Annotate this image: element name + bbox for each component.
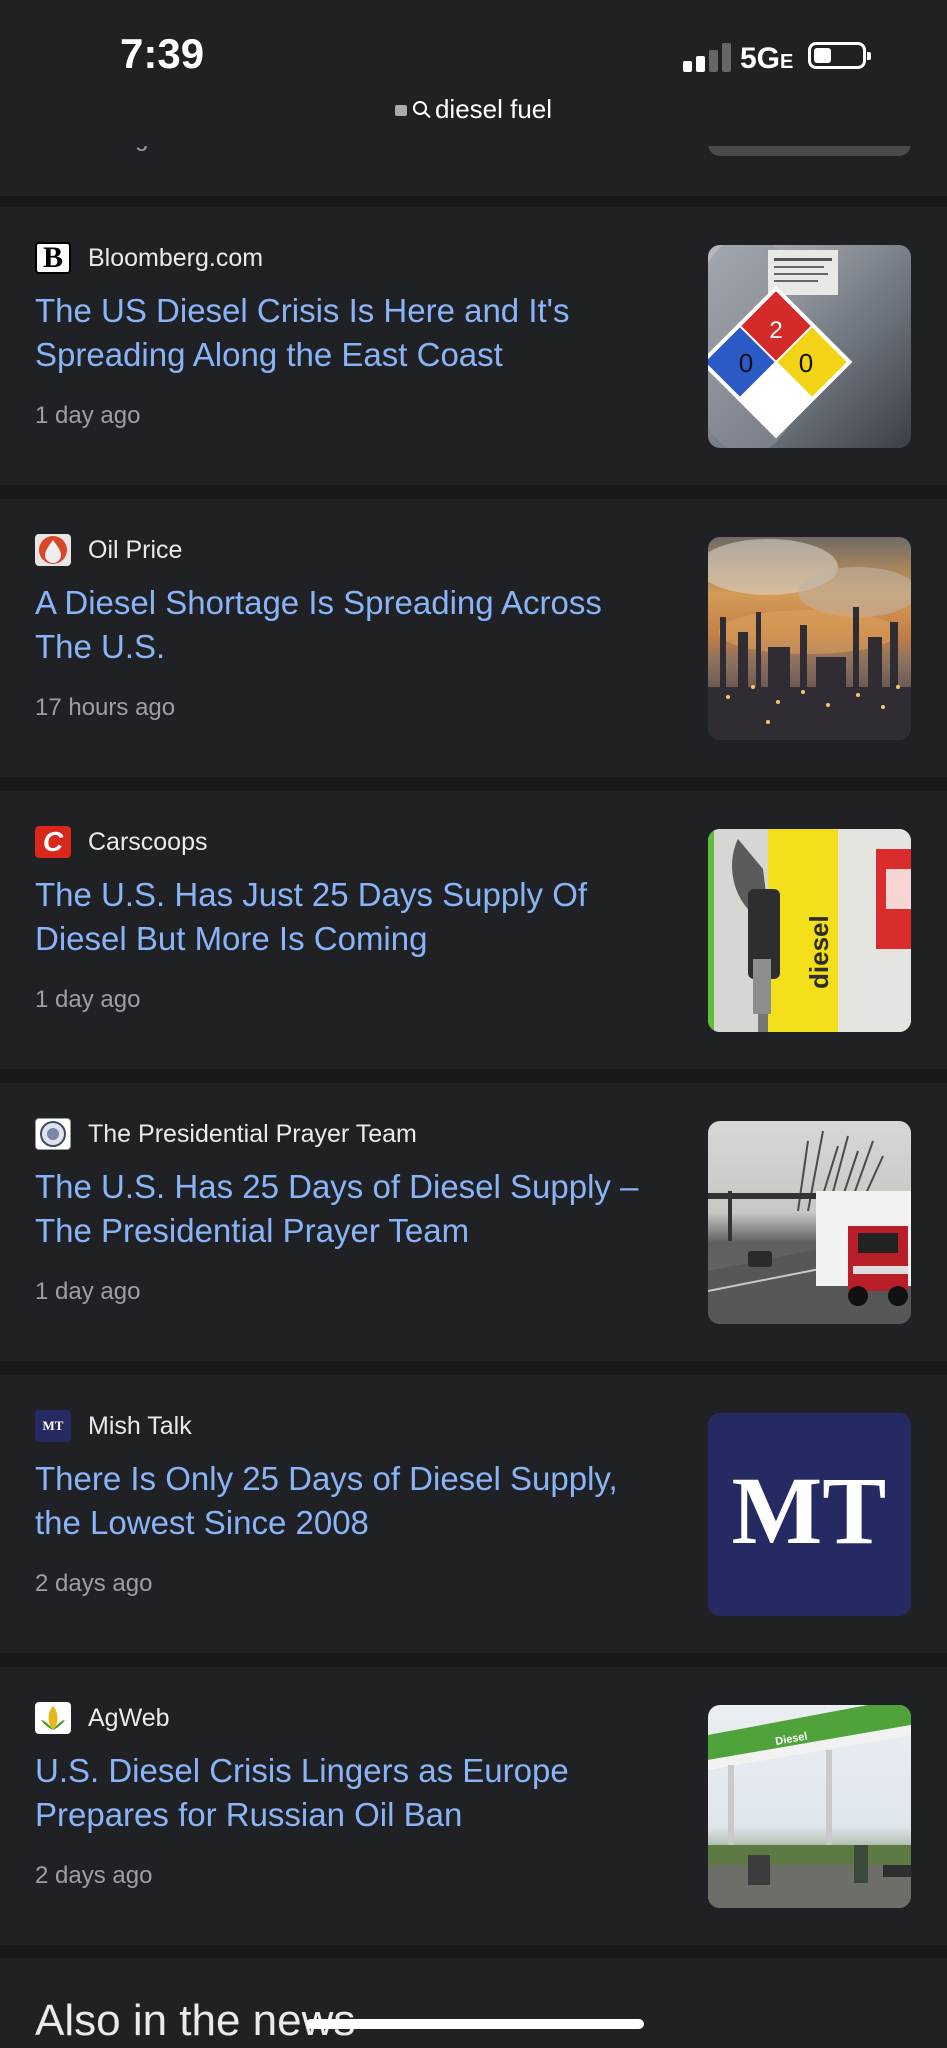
bloomberg-favicon-icon: B xyxy=(35,242,71,274)
status-time: 7:39 xyxy=(120,30,205,77)
article-time: 2 days ago xyxy=(35,1862,153,1889)
mishtalk-logo-thumbnail[interactable]: MT xyxy=(708,1413,911,1616)
article-time: 1 day ago xyxy=(35,402,141,429)
article-title-link[interactable]: The U.S. Has Just 25 Days Supply Of Dies… xyxy=(35,873,665,961)
article-card[interactable]: Oil Price A Diesel Shortage Is Spreading… xyxy=(0,499,947,777)
network-suffix: E xyxy=(780,51,794,73)
mt-logo-text: MT xyxy=(732,1457,887,1564)
lock-icon xyxy=(394,104,407,116)
article-source: MT Mish Talk xyxy=(35,1410,192,1442)
prayer-team-favicon-icon xyxy=(35,1118,71,1150)
article-card[interactable]: C Carscoops The U.S. Has Just 25 Days Su… xyxy=(0,791,947,1069)
article-time: 1 day ago xyxy=(35,1278,141,1305)
source-name: Mish Talk xyxy=(88,1411,192,1440)
diesel-label: diesel xyxy=(804,915,834,989)
source-name: The Presidential Prayer Team xyxy=(88,1119,417,1148)
article-source: Oil Price xyxy=(35,534,182,566)
article-source: The Presidential Prayer Team xyxy=(35,1118,417,1150)
search-query: diesel fuel xyxy=(434,94,553,124)
gas-station-thumbnail[interactable]: Diesel xyxy=(708,1705,911,1908)
truck-highway-thumbnail[interactable] xyxy=(708,1121,911,1324)
article-card[interactable]: AgWeb U.S. Diesel Crisis Lingers as Euro… xyxy=(0,1667,947,1945)
hazard-flammability-number: 2 xyxy=(769,317,782,344)
article-title-link[interactable]: U.S. Diesel Crisis Lingers as Europe Pre… xyxy=(35,1749,665,1837)
article-time: 1 day ago xyxy=(35,986,141,1013)
hazard-health-number: 0 xyxy=(739,348,753,378)
article-time: 2 days ago xyxy=(35,1570,153,1597)
oilprice-favicon-icon xyxy=(35,534,71,566)
search-icon xyxy=(412,101,427,116)
article-source: B Bloomberg.com xyxy=(35,242,263,274)
address-bar[interactable]: diesel fuel xyxy=(0,94,947,125)
agweb-favicon-icon xyxy=(35,1702,71,1734)
also-in-news-section: Also in the news xyxy=(0,1958,947,2048)
battery-icon xyxy=(808,42,871,69)
network-indicator: 5GE xyxy=(740,42,793,76)
diesel-pump-thumbnail[interactable]: diesel xyxy=(708,829,911,1032)
article-title-link[interactable]: The U.S. Has 25 Days of Diesel Supply – … xyxy=(35,1165,665,1253)
article-card[interactable]: MT Mish Talk There Is Only 25 Days of Di… xyxy=(0,1375,947,1653)
article-title-link[interactable]: There Is Only 25 Days of Diesel Supply, … xyxy=(35,1457,665,1545)
article-source: C Carscoops xyxy=(35,826,208,858)
mishtalk-favicon-icon: MT xyxy=(35,1410,71,1442)
article-title-link[interactable]: A Diesel Shortage Is Spreading Across Th… xyxy=(35,581,665,669)
carscoops-favicon-icon: C xyxy=(35,826,71,858)
source-name: Oil Price xyxy=(88,535,183,564)
source-name: AgWeb xyxy=(88,1703,170,1732)
network-type: 5G xyxy=(740,42,781,75)
article-card[interactable]: The Presidential Prayer Team The U.S. Ha… xyxy=(0,1083,947,1361)
home-indicator[interactable] xyxy=(306,2019,644,2029)
article-source: AgWeb xyxy=(35,1702,170,1734)
source-name: Carscoops xyxy=(88,827,208,856)
signal-icon xyxy=(683,42,733,72)
refinery-thumbnail[interactable] xyxy=(708,537,911,740)
hazard-instability-number: 0 xyxy=(799,348,813,378)
source-name: Bloomberg.com xyxy=(88,243,264,272)
article-time: 17 hours ago xyxy=(35,694,176,721)
status-bar: 7:39 5GE diesel fuel xyxy=(0,0,947,146)
article-card[interactable]: B Bloomberg.com The US Diesel Crisis Is … xyxy=(0,207,947,485)
article-title-link[interactable]: The US Diesel Crisis Is Here and It's Sp… xyxy=(35,289,665,377)
hazard-diamond-thumbnail[interactable]: 2 0 0 xyxy=(708,245,911,448)
